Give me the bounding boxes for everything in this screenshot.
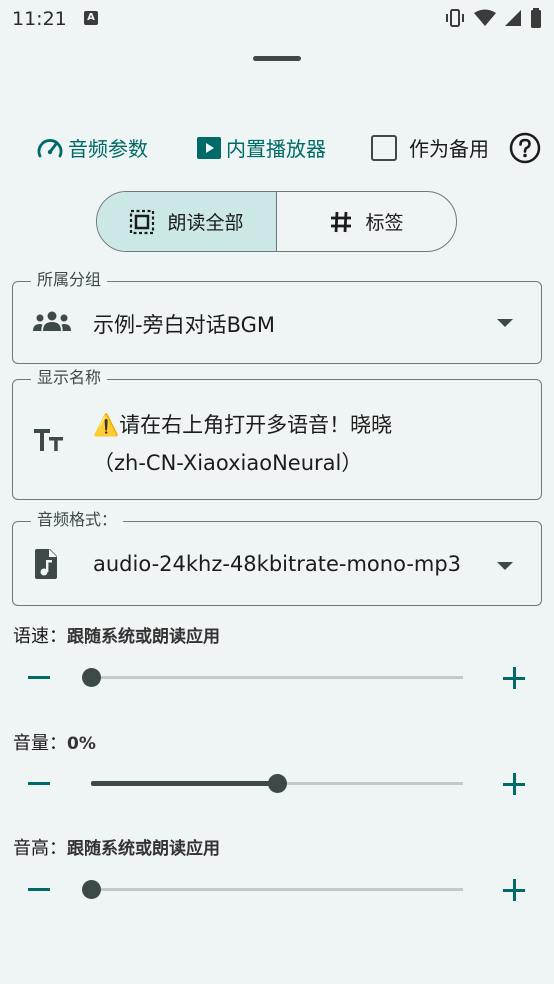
help-icon[interactable] [509,132,541,164]
backup-checkbox[interactable] [371,134,397,161]
display-name-field[interactable]: 显示名称 ⚠️请在右上角打开多语音！晓晓 （zh-CN-XiaoxiaoNeur… [12,368,542,500]
select-all-icon [130,209,155,234]
volume-decrease-button[interactable] [28,782,50,785]
speed-decrease-button[interactable] [28,676,50,679]
audio-file-icon [35,549,57,579]
speed-slider-row [0,658,554,698]
display-name-line1: ⚠️请在右上角打开多语音！晓晓 [93,413,393,437]
read-all-label: 朗读全部 [167,212,244,234]
speed-increase-button[interactable] [503,667,525,689]
chevron-down-icon [497,562,513,570]
drag-handle[interactable] [253,56,301,61]
chevron-down-icon [497,319,513,327]
battery-icon [531,8,541,28]
group-label: 所属分组 [31,270,108,290]
pitch-decrease-button[interactable] [28,888,50,891]
builtin-player-label: 内置播放器 [226,137,326,161]
audio-params-button[interactable]: 音频参数 [36,133,148,162]
pitch-title: 音高：跟随系统或朗读应用 [13,834,220,860]
signal-icon [505,10,521,26]
audio-format-value: audio-24khz-48kbitrate-mono-mp3 [93,552,462,576]
notification-icon: A [84,11,98,25]
tags-segment[interactable]: 标签 [277,192,456,251]
status-time: 11:21 [12,8,67,30]
speed-track[interactable] [91,676,463,679]
volume-label: 音量： [13,733,67,754]
volume-value: 0% [67,734,96,754]
backup-toggle[interactable]: 作为备用 [371,133,489,162]
hash-icon [331,211,352,232]
builtin-player-button[interactable]: 内置播放器 [196,133,326,162]
tags-label: 标签 [365,212,404,234]
pitch-label: 音高： [13,838,67,859]
vibrate-icon [446,9,464,27]
text-size-icon [34,429,63,451]
speed-thumb[interactable] [81,668,101,687]
speed-value: 跟随系统或朗读应用 [67,627,220,647]
audio-format-label: 音频格式： [31,510,124,530]
audio-params-label: 音频参数 [68,137,148,161]
group-value: 示例-旁白对话BGM [93,313,276,337]
read-all-segment[interactable]: 朗读全部 [97,192,277,251]
play-box-icon [197,136,221,159]
status-bar: 11:21 A [0,0,554,38]
speed-label: 语速： [13,626,67,647]
group-select[interactable]: 所属分组 示例-旁白对话BGM [12,270,542,364]
group-icon [33,311,71,331]
pitch-thumb[interactable] [81,880,101,899]
volume-track-fill [91,781,277,786]
pitch-track[interactable] [91,888,463,891]
volume-thumb[interactable] [267,774,287,793]
backup-label: 作为备用 [409,137,489,161]
pitch-increase-button[interactable] [503,879,525,901]
display-name-line2: （zh-CN-XiaoxiaoNeural） [93,451,363,475]
toolbar: 音频参数 内置播放器 作为备用 [0,130,554,166]
volume-slider-row [0,764,554,804]
display-name-label: 显示名称 [31,368,108,388]
wifi-icon [474,9,496,26]
mode-segmented-control: 朗读全部 标签 [96,191,457,252]
volume-title: 音量：0% [13,729,96,755]
speedometer-icon [37,138,63,157]
pitch-value: 跟随系统或朗读应用 [67,839,220,859]
speed-title: 语速：跟随系统或朗读应用 [13,622,220,648]
status-icons [444,8,542,28]
pitch-slider-row [0,870,554,910]
audio-format-select[interactable]: 音频格式： audio-24khz-48kbitrate-mono-mp3 [12,510,542,606]
volume-increase-button[interactable] [503,773,525,795]
